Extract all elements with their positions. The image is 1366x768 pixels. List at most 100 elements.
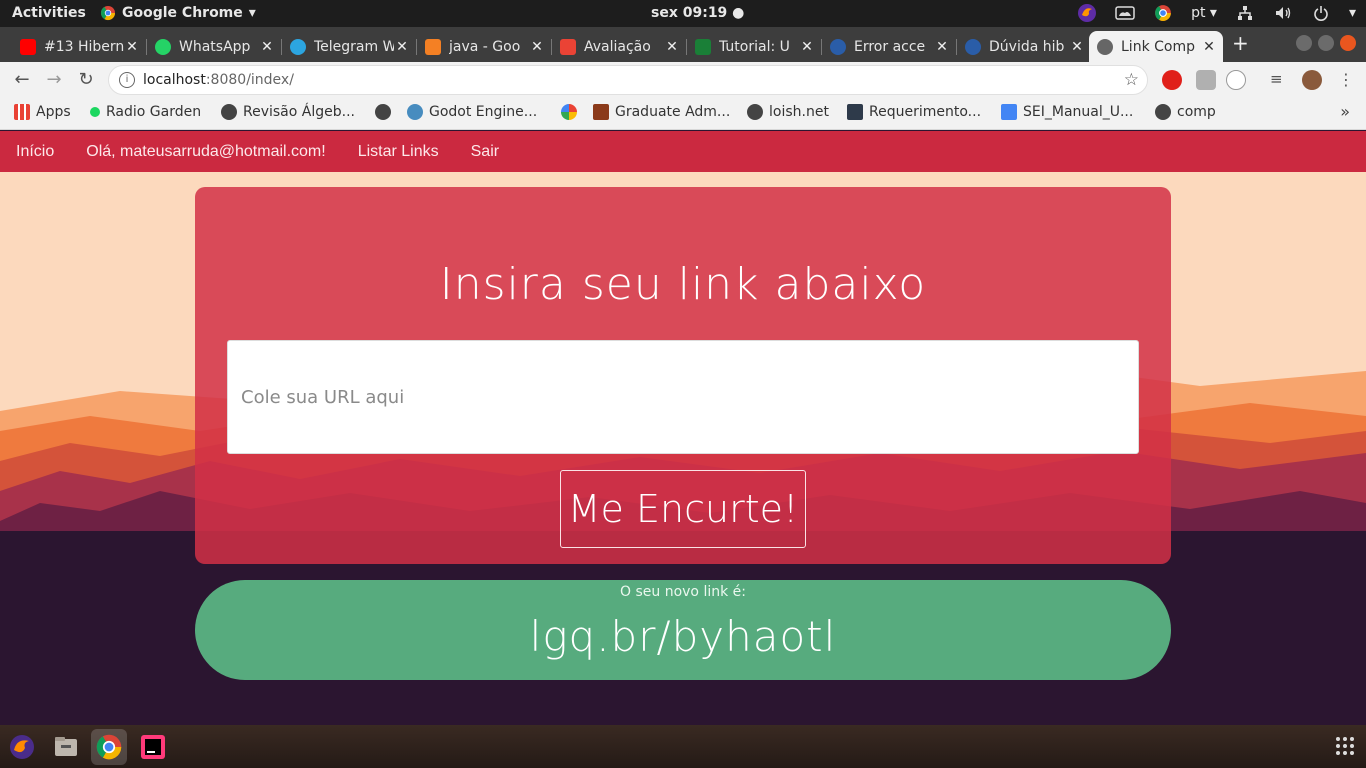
page-title: Insira seu link abaixo	[439, 259, 927, 310]
godot-icon	[407, 104, 423, 120]
url-text[interactable]: localhost:8080/index/	[143, 72, 294, 88]
google-icon	[561, 104, 577, 120]
bookmark-apps[interactable]: Apps	[14, 104, 71, 120]
opera-extension-icon[interactable]	[1162, 70, 1182, 90]
tab[interactable]: Avaliação ✕	[552, 31, 686, 62]
tab-label: Telegram W	[314, 38, 394, 55]
firefox-tray-icon[interactable]	[1077, 3, 1097, 23]
network-icon[interactable]	[1235, 3, 1255, 23]
tab[interactable]: #13 Hibern ✕	[12, 31, 146, 62]
close-icon[interactable]: ✕	[259, 39, 275, 55]
close-icon[interactable]: ✕	[1201, 39, 1217, 55]
menu-kebab-icon[interactable]: ⋮	[1336, 70, 1356, 90]
globe-icon	[1155, 104, 1171, 120]
app-menu[interactable]: Google Chrome ▾	[100, 5, 256, 21]
close-icon[interactable]: ✕	[124, 39, 140, 55]
tab-label: Avaliação	[584, 38, 651, 55]
bookmark-item[interactable]: Requerimento...	[847, 104, 981, 120]
cloud-tray-icon[interactable]	[1115, 3, 1135, 23]
bookmark-item[interactable]: SEI_Manual_U...	[1001, 104, 1133, 120]
clock[interactable]: sex 09:19 ●	[651, 5, 744, 21]
short-link[interactable]: lgq.br/byhaotl	[195, 612, 1171, 661]
avatar[interactable]	[1302, 70, 1322, 90]
power-icon[interactable]	[1311, 3, 1331, 23]
address-bar[interactable]: i localhost:8080/index/ ☆	[108, 65, 1148, 95]
tab-label: Link Comp	[1121, 38, 1195, 55]
tab-label: Dúvida hib	[989, 38, 1065, 55]
bookmark-item[interactable]: comp	[1155, 104, 1216, 120]
reload-button[interactable]: ↻	[74, 68, 98, 92]
tab[interactable]: Tutorial: U ✕	[687, 31, 821, 62]
chrome-tray-icon[interactable]	[1153, 3, 1173, 23]
close-window-button[interactable]	[1340, 35, 1356, 51]
forward-button[interactable]: →	[42, 68, 66, 92]
bookmarks-bar: Apps Radio Garden Revisão Álgeb... Godot…	[0, 97, 1366, 130]
tab[interactable]: Error acce ✕	[822, 31, 956, 62]
bookmark-item[interactable]: loish.net	[747, 104, 829, 120]
bookmark-item[interactable]	[375, 104, 397, 120]
intellij-icon[interactable]	[135, 729, 171, 765]
system-tray: pt ▾ ▾	[1077, 3, 1356, 23]
bookmark-item[interactable]: Radio Garden	[90, 104, 201, 120]
dot-icon	[90, 107, 100, 117]
language-indicator[interactable]: pt ▾	[1191, 5, 1217, 21]
maximize-button[interactable]	[1318, 35, 1334, 51]
page-viewport: Início Olá, mateusarruda@hotmail.com! Li…	[0, 131, 1366, 725]
tab-label: Tutorial: U	[719, 38, 790, 55]
shorten-button[interactable]: Me Encurte!	[560, 470, 806, 548]
volume-icon[interactable]	[1273, 3, 1293, 23]
gmail-icon	[560, 38, 576, 55]
chevron-double-right-icon[interactable]: »	[1340, 102, 1350, 121]
telegram-icon	[290, 38, 306, 55]
check-icon	[695, 38, 711, 55]
nav-link-list-links[interactable]: Listar Links	[358, 143, 439, 161]
nav-link-user-greeting[interactable]: Olá, mateusarruda@hotmail.com!	[86, 143, 325, 161]
activities-button[interactable]: Activities	[12, 5, 86, 21]
bookmark-item[interactable]: Graduate Adm...	[593, 104, 730, 120]
close-icon[interactable]: ✕	[934, 39, 950, 55]
bookmark-item[interactable]: Godot Engine...	[407, 104, 537, 120]
forum-icon	[965, 38, 981, 55]
new-tab-button[interactable]: +	[1232, 31, 1249, 55]
close-icon[interactable]: ✕	[394, 39, 410, 55]
tab-label: WhatsApp	[179, 38, 251, 55]
whatsapp-icon	[155, 38, 171, 55]
url-input[interactable]	[227, 340, 1139, 454]
eyedropper-extension-icon[interactable]	[1196, 70, 1216, 90]
firefox-icon[interactable]	[4, 729, 40, 765]
app-name: Google Chrome	[122, 5, 243, 21]
youtube-icon	[20, 38, 36, 55]
globe-icon	[1097, 38, 1113, 55]
tab[interactable]: java - Goo ✕	[417, 31, 551, 62]
minimize-button[interactable]	[1296, 35, 1312, 51]
chevron-down-icon[interactable]: ▾	[1349, 5, 1356, 21]
close-icon[interactable]: ✕	[664, 39, 680, 55]
shortener-card: Insira seu link abaixo Me Encurte!	[195, 187, 1171, 564]
chevron-down-icon: ▾	[248, 5, 256, 21]
bookmark-item[interactable]: Revisão Álgeb...	[221, 104, 355, 120]
close-icon[interactable]: ✕	[799, 39, 815, 55]
bookmark-item[interactable]	[561, 104, 583, 120]
tab-active[interactable]: Link Comp ✕	[1089, 31, 1223, 62]
result-panel: O seu novo link é: lgq.br/byhaotl	[195, 580, 1171, 680]
docs-icon	[1001, 104, 1017, 120]
tab[interactable]: Telegram W ✕	[282, 31, 416, 62]
close-icon[interactable]: ✕	[529, 39, 545, 55]
nav-link-home[interactable]: Início	[16, 143, 54, 161]
taskbar-dock	[0, 725, 1366, 768]
show-applications-icon[interactable]	[1336, 737, 1354, 755]
back-button[interactable]: ←	[10, 68, 34, 92]
tab[interactable]: WhatsApp ✕	[147, 31, 281, 62]
media-controls-icon[interactable]: ≡	[1270, 70, 1290, 90]
idm-extension-icon[interactable]	[1226, 70, 1246, 90]
tab[interactable]: Dúvida hib ✕	[957, 31, 1091, 62]
site-info-icon[interactable]: i	[119, 72, 135, 88]
file-manager-icon[interactable]	[48, 729, 84, 765]
close-icon[interactable]: ✕	[1069, 39, 1085, 55]
gnome-top-bar: Activities Google Chrome ▾ sex 09:19 ● p…	[0, 0, 1366, 27]
bookmark-star-icon[interactable]: ☆	[1124, 70, 1139, 90]
chrome-icon[interactable]	[91, 729, 127, 765]
globe-icon	[221, 104, 237, 120]
nav-link-logout[interactable]: Sair	[471, 143, 499, 161]
tab-label: Error acce	[854, 38, 926, 55]
